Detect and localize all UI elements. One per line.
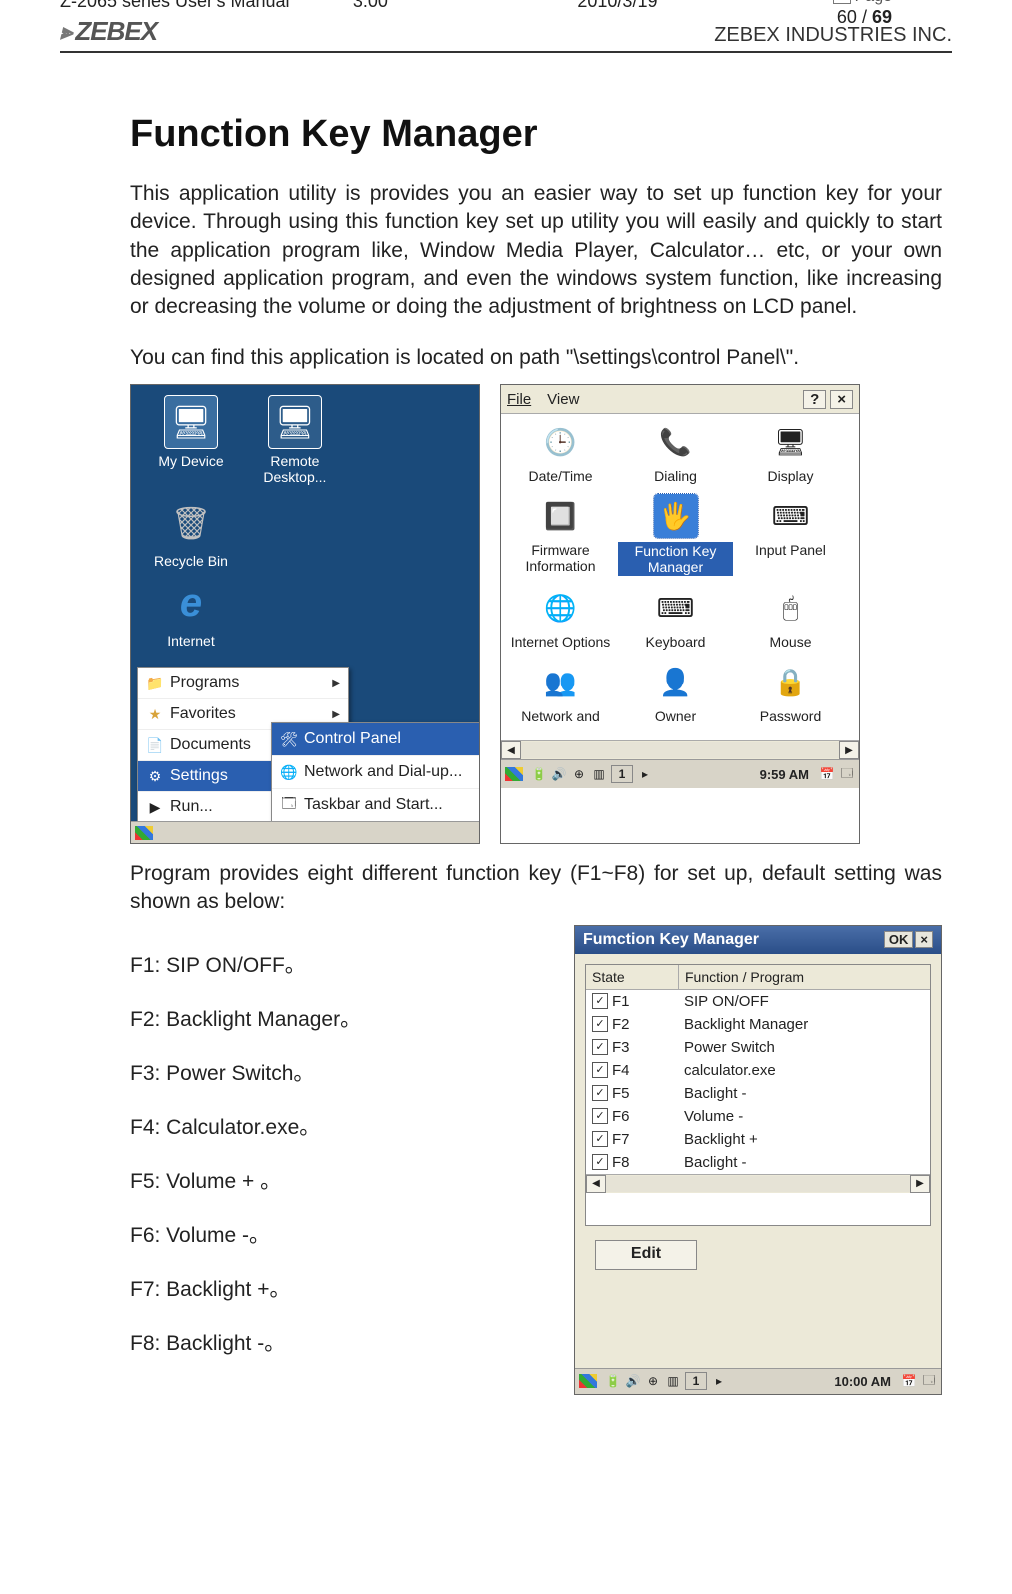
footer-date: 2010/3/19 bbox=[577, 0, 772, 12]
page-total: 69 bbox=[872, 7, 892, 27]
page-current: 60 bbox=[837, 7, 857, 27]
footer-version: 3.00 bbox=[353, 0, 578, 12]
page-footer: Subject Z-2065 series User's Manual Vers… bbox=[60, 0, 952, 1566]
page-sep: / bbox=[857, 7, 872, 27]
footer-page: 60 / 69 bbox=[833, 7, 892, 28]
book-icon bbox=[833, 0, 851, 4]
footer-label-page: Page bbox=[855, 0, 892, 6]
footer-subject: Z-2065 series User's Manual bbox=[60, 0, 353, 12]
